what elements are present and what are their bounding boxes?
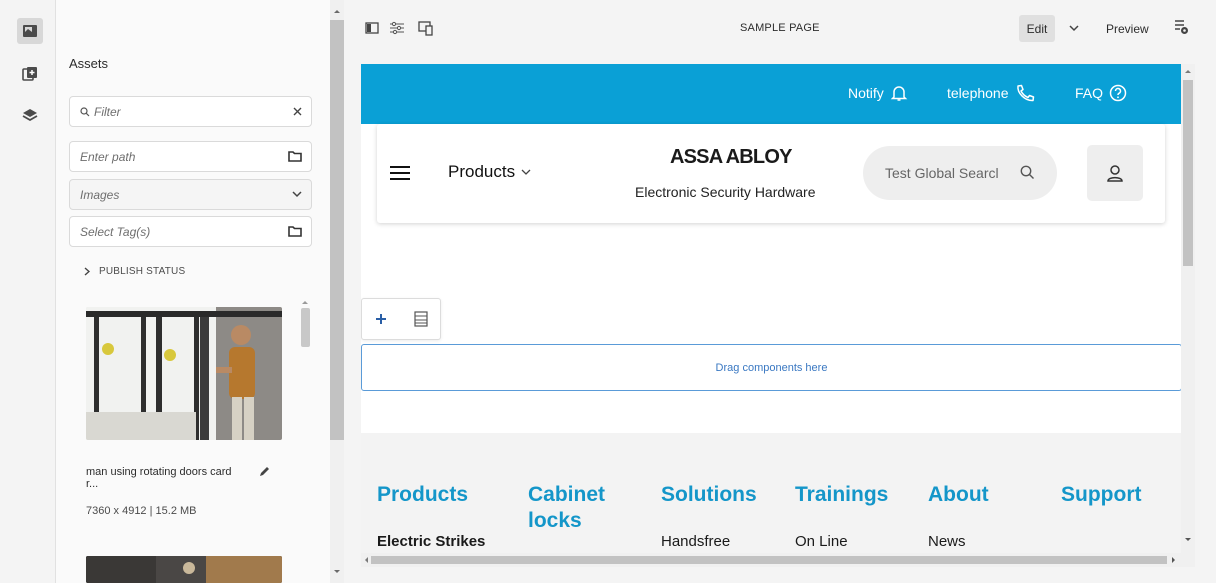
utility-bar: Notify telephone FAQ [361, 64, 1181, 124]
path-placeholder: Enter path [80, 149, 136, 164]
dropzone-label: Drag components here [715, 361, 828, 374]
tags-input[interactable]: Select Tag(s) [69, 216, 312, 247]
pencil-icon[interactable] [259, 466, 270, 477]
menu-icon[interactable] [390, 166, 410, 180]
add-component-icon[interactable] [373, 311, 389, 327]
chevron-down-icon[interactable] [1069, 25, 1079, 32]
notify-label: Notify [848, 85, 884, 101]
page-info-icon[interactable] [1173, 19, 1189, 35]
panel-scroll-thumb[interactable] [330, 20, 344, 440]
side-rail [0, 0, 56, 583]
footer-heading-cabinet-locks[interactable]: Cabinet locks [528, 482, 618, 534]
toggle-side-panel-icon[interactable] [365, 21, 379, 35]
asset-list-scroll-thumb[interactable] [301, 308, 310, 347]
folder-icon[interactable] [288, 225, 302, 237]
tags-placeholder: Select Tag(s) [80, 224, 151, 239]
faq-label: FAQ [1075, 85, 1104, 101]
layout-container-icon[interactable] [414, 311, 428, 327]
notify-link[interactable]: Notify [848, 84, 908, 102]
site-header: Products ASSA ABLOY Electronic Security … [377, 124, 1165, 223]
editor-toolbar: SAMPLE PAGE Edit Preview [344, 0, 1216, 57]
site-footer: Products Cabinet locks Solutions Trainin… [361, 433, 1182, 567]
asset-meta: 7360 x 4912 | 15.2 MB [86, 505, 197, 517]
search-icon[interactable] [1020, 165, 1035, 180]
search-placeholder: Test Global Searcl [885, 165, 999, 181]
component-toolbar [361, 298, 441, 340]
edit-mode-button[interactable]: Edit [1019, 15, 1055, 42]
path-input[interactable]: Enter path [69, 141, 312, 172]
brand-subtitle: Electronic Security Hardware [635, 184, 816, 200]
search-icon [80, 106, 90, 117]
publish-status-toggle[interactable]: PUBLISH STATUS [84, 266, 185, 277]
faq-link[interactable]: FAQ [1075, 84, 1127, 102]
asset-thumbnail[interactable] [86, 307, 282, 440]
type-select[interactable]: Images [69, 179, 312, 210]
asset-thumbnail[interactable] [86, 556, 282, 583]
page-canvas: Notify telephone FAQ Products ASSA ABLOY… [361, 64, 1195, 567]
folder-icon[interactable] [288, 150, 302, 162]
brand-logo[interactable]: ASSA ABLOY [670, 146, 792, 169]
footer-heading-products[interactable]: Products [377, 482, 468, 508]
bell-icon [890, 84, 908, 102]
user-icon [1106, 164, 1124, 182]
footer-link-electric-strikes[interactable]: Electric Strikes [377, 533, 485, 550]
products-label: Products [448, 162, 516, 181]
phone-icon [1015, 84, 1035, 102]
account-button[interactable] [1087, 145, 1143, 201]
footer-heading-support[interactable]: Support [1061, 482, 1141, 508]
chevron-down-icon [521, 169, 531, 176]
footer-link-on-line[interactable]: On Line [795, 533, 848, 550]
publish-status-label: PUBLISH STATUS [99, 266, 186, 277]
emulator-icon[interactable] [418, 21, 434, 36]
panel-title: Assets [69, 56, 109, 71]
canvas-horizontal-scroll-thumb[interactable] [371, 556, 1167, 564]
footer-heading-about[interactable]: About [928, 482, 989, 508]
clear-icon[interactable] [293, 107, 302, 116]
telephone-link[interactable]: telephone [947, 84, 1035, 102]
component-dropzone[interactable]: Drag components here [361, 344, 1182, 391]
chevron-right-icon [84, 267, 90, 276]
footer-heading-trainings[interactable]: Trainings [795, 482, 888, 508]
products-dropdown[interactable]: Products [448, 162, 531, 182]
asset-name: man using rotating doors card r... [86, 466, 232, 490]
page-title: SAMPLE PAGE [740, 22, 820, 34]
filter-placeholder: Filter [94, 104, 121, 119]
page-properties-icon[interactable] [389, 21, 405, 35]
components-rail-icon[interactable] [18, 62, 42, 86]
help-circle-icon [1109, 84, 1127, 102]
footer-link-news[interactable]: News [928, 533, 966, 550]
assets-rail-icon[interactable] [17, 18, 43, 44]
canvas-vertical-scroll-thumb[interactable] [1183, 80, 1193, 266]
filter-input[interactable]: Filter [69, 96, 312, 127]
footer-link-handsfree[interactable]: Handsfree [661, 533, 730, 550]
assets-panel: Assets Filter Enter path Images Select T… [56, 0, 330, 583]
global-search[interactable]: Test Global Searcl [863, 146, 1057, 200]
chevron-down-icon [292, 191, 302, 198]
preview-button[interactable]: Preview [1106, 22, 1149, 36]
content-tree-rail-icon[interactable] [18, 103, 42, 127]
type-select-value: Images [80, 187, 120, 202]
footer-heading-solutions[interactable]: Solutions [661, 482, 757, 508]
telephone-label: telephone [947, 85, 1009, 101]
